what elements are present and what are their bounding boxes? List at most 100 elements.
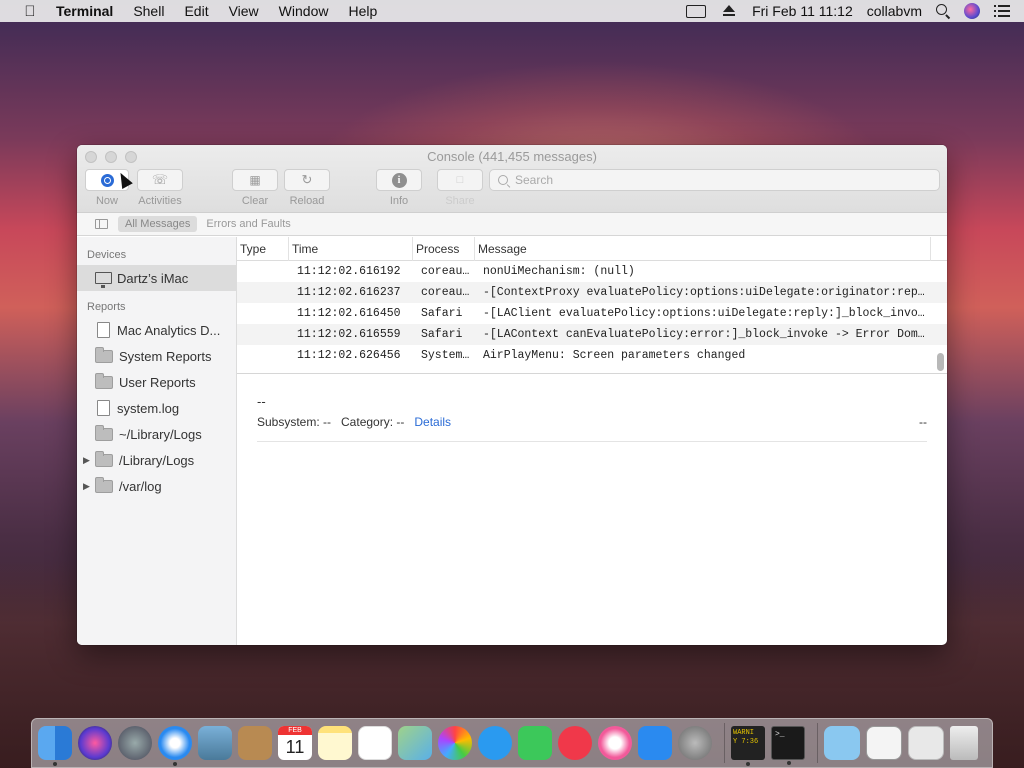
finder-icon[interactable] bbox=[38, 726, 72, 766]
window-titlebar: Console (441,455 messages) Now ☏ Activit… bbox=[77, 145, 947, 213]
sidebar-item-label: /var/log bbox=[119, 478, 162, 494]
column-process[interactable]: Process bbox=[413, 236, 475, 261]
doc-icon bbox=[97, 322, 110, 338]
system-preferences-icon[interactable] bbox=[678, 726, 712, 760]
cell-message: AirPlayMenu: Screen parameters changed bbox=[483, 349, 746, 362]
table-row[interactable]: 11:12:02.626456 System… AirPlayMenu: Scree… bbox=[237, 345, 947, 366]
window-thumbnail-icon[interactable] bbox=[866, 726, 902, 760]
disclosure-triangle-icon[interactable]: ▶ bbox=[83, 481, 90, 492]
photos-icon[interactable] bbox=[438, 726, 472, 760]
dock-separator bbox=[817, 723, 818, 763]
menubar-clock[interactable]: Fri Feb 11 11:12 bbox=[752, 3, 853, 19]
share-label: Share bbox=[445, 195, 475, 207]
reload-tool: ↻ Reload bbox=[284, 169, 330, 207]
menu-app-name[interactable]: Terminal bbox=[56, 3, 113, 19]
cell-process: System… bbox=[421, 349, 470, 362]
info-button[interactable]: i bbox=[376, 169, 422, 191]
clear-button[interactable]: ▦ bbox=[232, 169, 278, 191]
reminders-icon[interactable] bbox=[358, 726, 392, 760]
folder-icon bbox=[95, 346, 113, 363]
messages-icon[interactable] bbox=[478, 726, 512, 760]
sidebar-item-label: system.log bbox=[117, 400, 180, 416]
share-button[interactable]: □ bbox=[437, 169, 483, 191]
sidebar-item-report[interactable]: ▶ /var/log bbox=[77, 473, 236, 499]
menubar-user[interactable]: collabvm bbox=[867, 3, 922, 19]
column-type[interactable]: Type bbox=[237, 236, 289, 261]
share-tool: □ Share bbox=[437, 169, 483, 207]
eject-icon[interactable] bbox=[720, 4, 738, 18]
search-input[interactable] bbox=[515, 173, 915, 187]
control-center-icon[interactable] bbox=[994, 5, 1010, 17]
facetime-icon[interactable] bbox=[518, 726, 552, 760]
music-icon[interactable] bbox=[598, 726, 632, 760]
sidebar-item-device[interactable]: Dartz’s iMac bbox=[77, 265, 236, 291]
menu-window[interactable]: Window bbox=[279, 3, 329, 19]
column-time[interactable]: Time bbox=[289, 236, 413, 261]
console-app-icon[interactable]: WARNI Y 7:36 bbox=[731, 726, 765, 766]
calendar-icon[interactable]: FEB 11 bbox=[278, 726, 312, 760]
cell-process: Safari bbox=[421, 328, 463, 341]
maps-icon[interactable] bbox=[398, 726, 432, 760]
siri-dock-icon[interactable] bbox=[78, 726, 112, 760]
apple-menu-icon[interactable]:  bbox=[20, 3, 40, 20]
menu-help[interactable]: Help bbox=[348, 3, 377, 19]
activities-button[interactable]: ☏ bbox=[137, 169, 183, 191]
folder-icon bbox=[95, 450, 113, 467]
folder-icon bbox=[95, 372, 113, 389]
table-row[interactable]: 11:12:02.616192 coreau… nonUiMechanism: (n… bbox=[237, 261, 947, 282]
search-icon[interactable] bbox=[936, 4, 950, 18]
sidebar-item-report[interactable]: User Reports bbox=[77, 369, 236, 395]
sidebar-item-report[interactable]: ▶ /Library/Logs bbox=[77, 447, 236, 473]
contacts-icon[interactable] bbox=[238, 726, 272, 760]
info-label: Info bbox=[389, 195, 409, 207]
launchpad-icon[interactable] bbox=[118, 726, 152, 760]
table-row[interactable]: 11:12:02.616450 Safari -[LAClient evaluate… bbox=[237, 303, 947, 324]
sidebar-reports-header: Reports bbox=[87, 301, 126, 313]
console-window: Console (441,455 messages) Now ☏ Activit… bbox=[77, 145, 947, 645]
detail-category: Category: -- bbox=[341, 415, 405, 429]
activities-tool: ☏ Activities bbox=[137, 169, 183, 207]
clear-icon: ▦ bbox=[249, 173, 261, 187]
sidebar-item-report[interactable]: ~/Library/Logs bbox=[77, 421, 236, 447]
app-store-icon[interactable] bbox=[638, 726, 672, 760]
menu-edit[interactable]: Edit bbox=[184, 3, 208, 19]
table-row[interactable]: 11:12:02.616559 Safari -[LAContext canEval… bbox=[237, 324, 947, 345]
now-icon bbox=[100, 173, 114, 187]
cell-message: -[LAContext canEvaluatePolicy:error:]_bl… bbox=[483, 328, 925, 341]
calendar-day: 11 bbox=[285, 737, 305, 757]
trash-icon[interactable] bbox=[950, 726, 978, 760]
display-icon[interactable] bbox=[686, 4, 707, 18]
terminal-icon-text: >_ bbox=[775, 730, 785, 739]
notes-icon[interactable] bbox=[318, 726, 352, 760]
siri-icon[interactable] bbox=[964, 3, 980, 19]
sidebar-item-label: Dartz’s iMac bbox=[117, 270, 189, 286]
dock-separator bbox=[724, 723, 725, 763]
sidebar-item-report[interactable]: system.log bbox=[77, 395, 236, 421]
sidebar-toggle-icon[interactable] bbox=[95, 219, 108, 229]
detail-title: -- bbox=[257, 394, 266, 409]
mail-icon[interactable] bbox=[198, 726, 232, 760]
filter-all-messages[interactable]: All Messages bbox=[118, 216, 198, 232]
table-scrollbar[interactable] bbox=[937, 353, 944, 371]
table-row[interactable]: 11:12:02.616237 coreau… -[ContextProxy eva… bbox=[237, 282, 947, 303]
details-link[interactable]: Details bbox=[414, 415, 451, 429]
safari-icon[interactable] bbox=[158, 726, 192, 766]
disclosure-triangle-icon[interactable]: ▶ bbox=[83, 455, 90, 466]
search-field[interactable] bbox=[489, 169, 940, 191]
menu-view[interactable]: View bbox=[229, 3, 259, 19]
console-window-thumbnail-icon[interactable] bbox=[908, 726, 944, 760]
cell-time: 11:12:02.616192 bbox=[297, 265, 401, 278]
detail-pane: -- Subsystem: -- Category: -- Details -- bbox=[237, 373, 947, 462]
filter-errors-and-faults[interactable]: Errors and Faults bbox=[199, 216, 297, 232]
sidebar-item-report[interactable]: System Reports bbox=[77, 343, 236, 369]
cell-message: -[ContextProxy evaluatePolicy:options:ui… bbox=[483, 286, 925, 299]
activities-icon: ☏ bbox=[151, 172, 169, 187]
sidebar-item-report[interactable]: Mac Analytics D... bbox=[77, 317, 236, 343]
reload-button[interactable]: ↻ bbox=[284, 169, 330, 191]
detail-meta: Subsystem: -- Category: -- Details -- bbox=[257, 415, 927, 429]
downloads-stack-icon[interactable] bbox=[824, 726, 860, 760]
news-icon[interactable] bbox=[558, 726, 592, 760]
menu-shell[interactable]: Shell bbox=[133, 3, 164, 19]
column-message[interactable]: Message bbox=[475, 236, 931, 261]
terminal-app-icon[interactable]: >_ bbox=[771, 726, 805, 765]
